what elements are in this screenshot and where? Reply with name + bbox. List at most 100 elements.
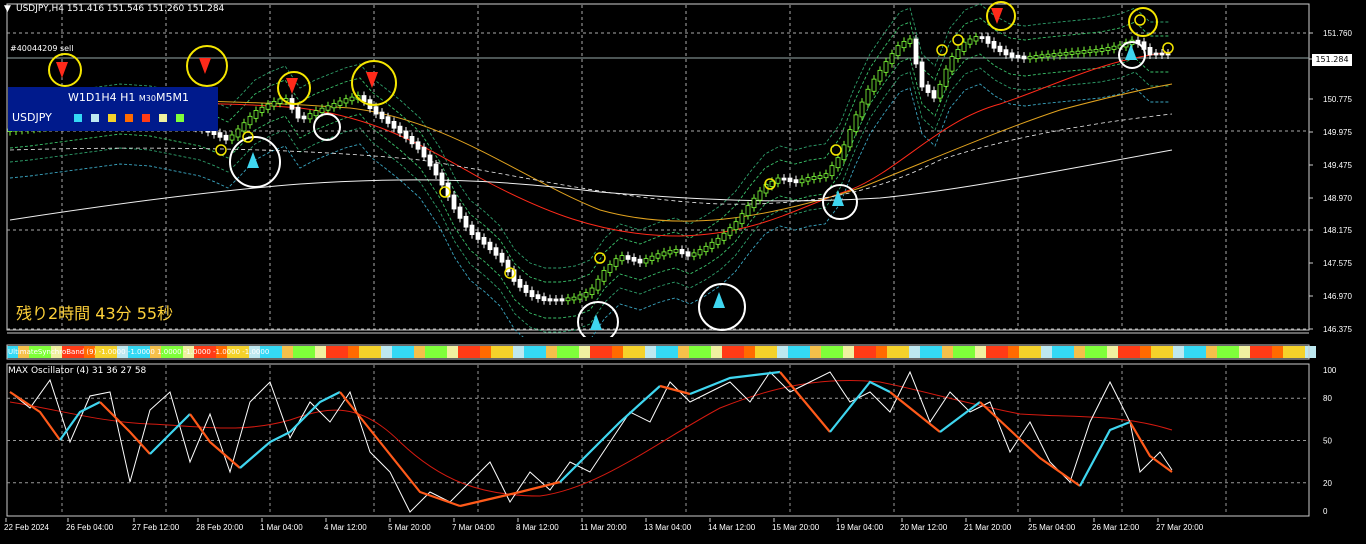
- candle-body: [565, 297, 571, 302]
- candle-body: [679, 248, 685, 255]
- candle-body: [1063, 52, 1069, 56]
- band-cell: [480, 346, 491, 358]
- buy-arrow-icon: [713, 292, 725, 308]
- band-cell: [425, 346, 436, 358]
- candle-body: [1033, 55, 1039, 59]
- time-tick-label: 28 Feb 20:00: [196, 523, 244, 532]
- candle-body: [1003, 49, 1009, 56]
- band-cell: [964, 346, 975, 358]
- osc-main-line: [1129, 421, 1173, 473]
- band-cell: [810, 346, 821, 358]
- band-cell: [502, 346, 513, 358]
- legend-m30-swatch: [142, 114, 150, 122]
- band-cell: [832, 346, 843, 358]
- candle-body: [817, 175, 823, 179]
- candlestick-series: [7, 32, 1171, 305]
- band-cell: [975, 346, 986, 358]
- candle-body: [745, 205, 751, 217]
- candle-body: [247, 115, 253, 126]
- candle-body: [1009, 52, 1015, 58]
- price-chart-canvas[interactable]: 151.760151.265150.775149.975149.475148.9…: [0, 0, 1366, 349]
- minor-signal-circle: [1134, 14, 1146, 26]
- band-cell: [898, 346, 909, 358]
- candle-body: [685, 251, 691, 257]
- oscillator-panel[interactable]: 100 80 50 20 0 MAX Oscillator (4) 31 36 27 5…: [0, 362, 1366, 518]
- candle-body: [667, 249, 673, 255]
- price-tick-label: 151.760: [1323, 29, 1352, 38]
- candle-body: [877, 69, 883, 82]
- band-cell: [986, 346, 997, 358]
- band-cell: [1129, 346, 1140, 358]
- buy-signal-circle: [313, 113, 341, 141]
- band-cell: [645, 346, 656, 358]
- osc-tick-label: 50: [1323, 437, 1332, 446]
- candle-body: [961, 41, 967, 52]
- band-cell: [909, 346, 920, 358]
- band-cell: [458, 346, 469, 358]
- candle-body: [619, 255, 625, 262]
- band-cell: [1283, 346, 1294, 358]
- candle-body: [613, 258, 619, 267]
- candle-body: [337, 100, 343, 106]
- order-label[interactable]: #40044209 sell: [10, 44, 74, 53]
- time-tick-label: 8 Mar 12:00: [516, 523, 559, 532]
- candle-body: [223, 134, 229, 141]
- synchro-band-panel[interactable]: UltimateSynchroBand (9) -1.0000 -1.0000 …: [0, 344, 1366, 362]
- band-cell: [381, 346, 392, 358]
- time-axis-canvas: 22 Feb 2024 26 Feb 04:00 27 Feb 12:00 28 Fe…: [4, 518, 1204, 532]
- band-cell: [304, 346, 315, 358]
- time-tick-label: 19 Mar 04:00: [836, 523, 884, 532]
- band-cell: [1140, 346, 1151, 358]
- candle-body: [721, 232, 727, 241]
- osc-main-line: [689, 370, 781, 396]
- candle-body: [487, 241, 493, 251]
- candle-body: [523, 284, 529, 293]
- candle-body: [691, 252, 697, 257]
- band-cell: [953, 346, 964, 358]
- time-tick-label: 4 Mar 12:00: [324, 523, 367, 532]
- band-cell: [1019, 346, 1030, 358]
- candle-body: [517, 278, 523, 288]
- candle-body: [379, 111, 385, 120]
- candle-body: [571, 296, 577, 301]
- time-tick-label: 11 Mar 20:00: [580, 523, 627, 532]
- candle-body: [391, 121, 397, 129]
- osc-tick-label: 100: [1323, 366, 1337, 375]
- time-tick-label: 7 Mar 04:00: [452, 523, 495, 532]
- candle-body: [841, 144, 847, 161]
- candle-body: [1045, 53, 1051, 58]
- band-cell: [1063, 346, 1074, 358]
- band-cell: [755, 346, 766, 358]
- chart-title-arrow-icon[interactable]: ▼: [4, 4, 11, 14]
- band-cell: [1272, 346, 1283, 358]
- band-cell: [788, 346, 799, 358]
- candle-body: [595, 278, 601, 291]
- candle-body: [925, 84, 931, 93]
- band-cell: [777, 346, 788, 358]
- oscillator-canvas[interactable]: 100 80 50 20 0: [0, 362, 1366, 518]
- candle-body: [259, 106, 265, 113]
- band-cell: [1261, 346, 1272, 358]
- legend-w1-swatch: [74, 114, 82, 122]
- price-chart-panel[interactable]: 151.760151.265150.775149.975149.475148.9…: [0, 0, 1366, 349]
- band-cell: [1052, 346, 1063, 358]
- candle-body: [643, 258, 649, 264]
- band-cell: [524, 346, 535, 358]
- ma-red-line: [9, 51, 1173, 237]
- candle-body: [991, 41, 997, 49]
- candle-body: [865, 88, 871, 105]
- band-cell: [1118, 346, 1129, 358]
- candle-body: [319, 107, 325, 113]
- candle-body: [301, 115, 307, 120]
- candle-body: [1021, 55, 1027, 60]
- candle-body: [739, 213, 745, 225]
- price-tick-label: 146.970: [1323, 292, 1352, 301]
- band-cell: [1107, 346, 1118, 358]
- osc-main-line: [829, 380, 891, 433]
- band-cell: [722, 346, 733, 358]
- candle-body: [553, 298, 559, 302]
- band-cell: [1195, 346, 1206, 358]
- candle-body: [985, 36, 991, 44]
- candle-body: [835, 157, 841, 169]
- candle-body: [577, 294, 583, 300]
